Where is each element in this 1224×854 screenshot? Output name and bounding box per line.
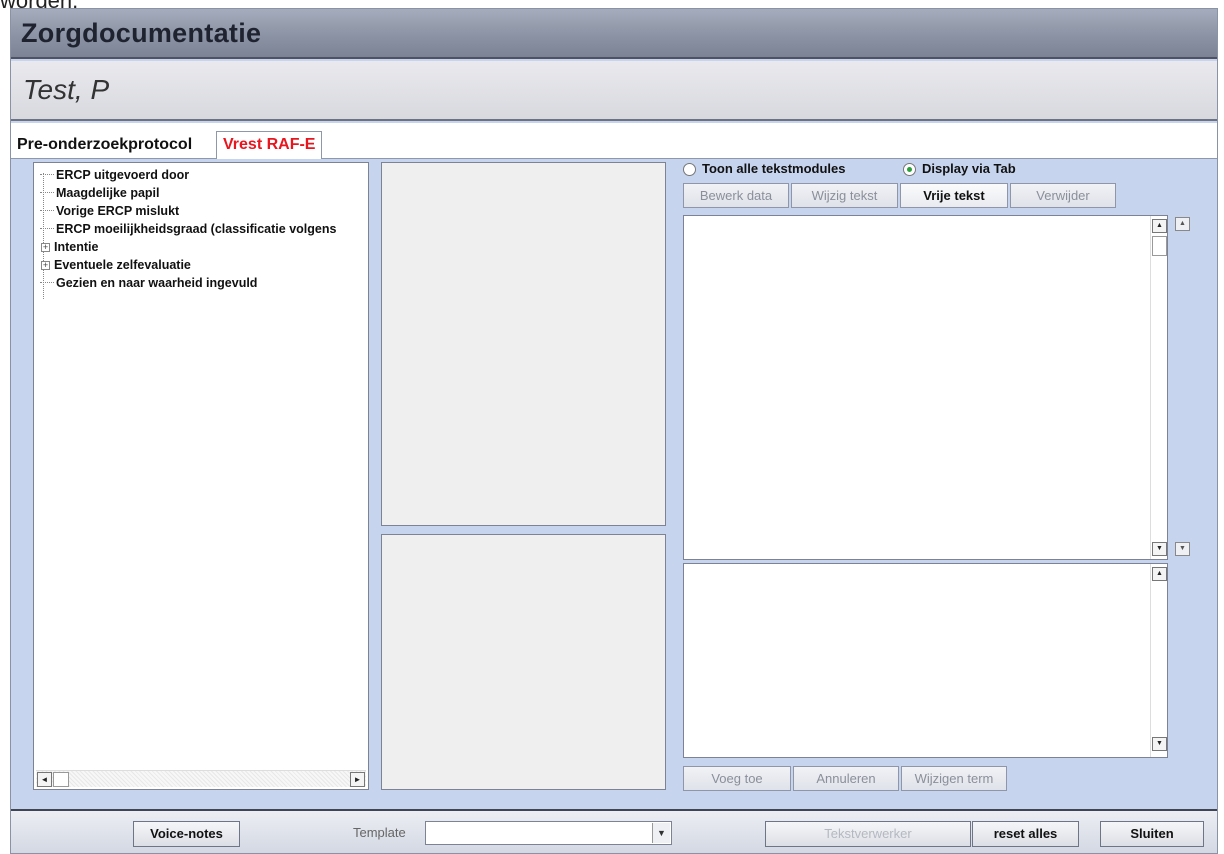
chevron-down-icon[interactable]: ▼	[652, 823, 670, 843]
vrije-tekst-button[interactable]: Vrije tekst	[900, 183, 1008, 208]
footer-bar: Voice-notes Template ▼ Tekstverwerker re…	[11, 809, 1217, 853]
tree-item-label: Maagdelijke papil	[56, 186, 160, 200]
scrollbar-thumb[interactable]	[1152, 236, 1167, 256]
verwijder-button[interactable]: Verwijder	[1010, 183, 1116, 208]
tree-item-label: Eventuele zelfevaluatie	[54, 258, 191, 272]
tekstverwerker-button[interactable]: Tekstverwerker	[765, 821, 971, 847]
scroll-right-icon[interactable]: ►	[350, 772, 365, 787]
radio-button[interactable]	[683, 163, 696, 177]
radio-button[interactable]	[903, 163, 916, 177]
text-editor-secondary[interactable]: ▲ ▼	[683, 563, 1168, 758]
patient-name: Test, P	[23, 74, 110, 105]
tree-item-label: Intentie	[54, 240, 99, 254]
scroll-down-icon[interactable]: ▼	[1152, 737, 1167, 751]
detail-panel-bottom	[381, 534, 666, 790]
tree-item-label: Vorige ERCP mislukt	[56, 204, 180, 218]
reset-alles-button[interactable]: reset alles	[972, 821, 1079, 847]
secondary-vertical-scrollbar[interactable]: ▲ ▼	[1150, 564, 1167, 757]
voeg-toe-label: Voeg toe	[711, 771, 763, 786]
tab-vrest-raf-e[interactable]: Vrest RAF-E	[216, 131, 323, 159]
tree-item-label: Gezien en naar waarheid ingevuld	[56, 276, 258, 290]
tree-item-ercp-uitgevoerd[interactable]: ERCP uitgevoerd door	[40, 166, 189, 184]
tab-pre-onderzoekprotocol[interactable]: Pre-onderzoekprotocol	[11, 132, 198, 159]
scroll-up-icon[interactable]: ▲	[1152, 567, 1167, 581]
title-bar: Zorgdocumentatie	[11, 9, 1217, 59]
bewerk-data-button[interactable]: Bewerk data	[683, 183, 789, 208]
tree-item-eventuele-zelfevaluatie[interactable]: + Eventuele zelfevaluatie	[40, 256, 191, 274]
wijzigen-term-button[interactable]: Wijzigen term	[901, 766, 1007, 791]
voice-notes-button[interactable]: Voice-notes	[133, 821, 240, 847]
tab-strip: Pre-onderzoekprotocol Vrest RAF-E	[11, 123, 1217, 159]
voeg-toe-button[interactable]: Voeg toe	[683, 766, 791, 791]
template-label: Template	[353, 825, 406, 840]
scroll-left-icon[interactable]: ◄	[37, 772, 52, 787]
main-vertical-scrollbar[interactable]: ▲ ▼	[1150, 216, 1167, 559]
expand-icon[interactable]: +	[41, 243, 50, 253]
tree-item-maagdelijke-papil[interactable]: Maagdelijke papil	[40, 184, 160, 202]
template-select[interactable]: ▼	[425, 821, 672, 845]
zorgdocumentatie-window: Zorgdocumentatie Test, P Pre-onderzoekpr…	[10, 8, 1218, 854]
tree-horizontal-scrollbar[interactable]: ◄ ►	[36, 770, 366, 787]
scrollbar-thumb[interactable]	[53, 772, 69, 787]
move-up-icon[interactable]: ▲	[1175, 217, 1190, 231]
protocol-tree: ERCP uitgevoerd door Maagdelijke papil V…	[33, 162, 369, 790]
radio-display-via-tab[interactable]: Display via Tab	[903, 161, 1016, 177]
annuleren-button[interactable]: Annuleren	[793, 766, 899, 791]
tree-item-label: ERCP uitgevoerd door	[56, 168, 190, 182]
tree-item-label: ERCP moeilijkheidsgraad (classificatie v…	[56, 222, 337, 236]
patient-header: Test, P	[11, 61, 1217, 121]
radio-toon-alle-tekstmodules[interactable]: Toon alle tekstmodules	[683, 161, 846, 177]
sluiten-button[interactable]: Sluiten	[1100, 821, 1204, 847]
tree-item-gezien-en-ingevuld[interactable]: Gezien en naar waarheid ingevuld	[40, 274, 257, 292]
window-title: Zorgdocumentatie	[21, 18, 262, 48]
text-editor-main[interactable]: ▲ ▼	[683, 215, 1168, 560]
expand-icon[interactable]: +	[41, 261, 50, 271]
radio-label: Display via Tab	[922, 161, 1016, 176]
tree-item-ercp-moeilijkheidsgraad[interactable]: ERCP moeilijkheidsgraad (classificatie v…	[40, 220, 336, 238]
tree-item-intentie[interactable]: + Intentie	[40, 238, 98, 256]
wijzig-tekst-button[interactable]: Wijzig tekst	[791, 183, 898, 208]
detail-panel-top	[381, 162, 666, 526]
move-down-icon[interactable]: ▼	[1175, 542, 1190, 556]
scroll-down-icon[interactable]: ▼	[1152, 542, 1167, 556]
radio-label: Toon alle tekstmodules	[702, 161, 846, 176]
tree-item-vorige-ercp[interactable]: Vorige ERCP mislukt	[40, 202, 179, 220]
scroll-up-icon[interactable]: ▲	[1152, 219, 1167, 233]
